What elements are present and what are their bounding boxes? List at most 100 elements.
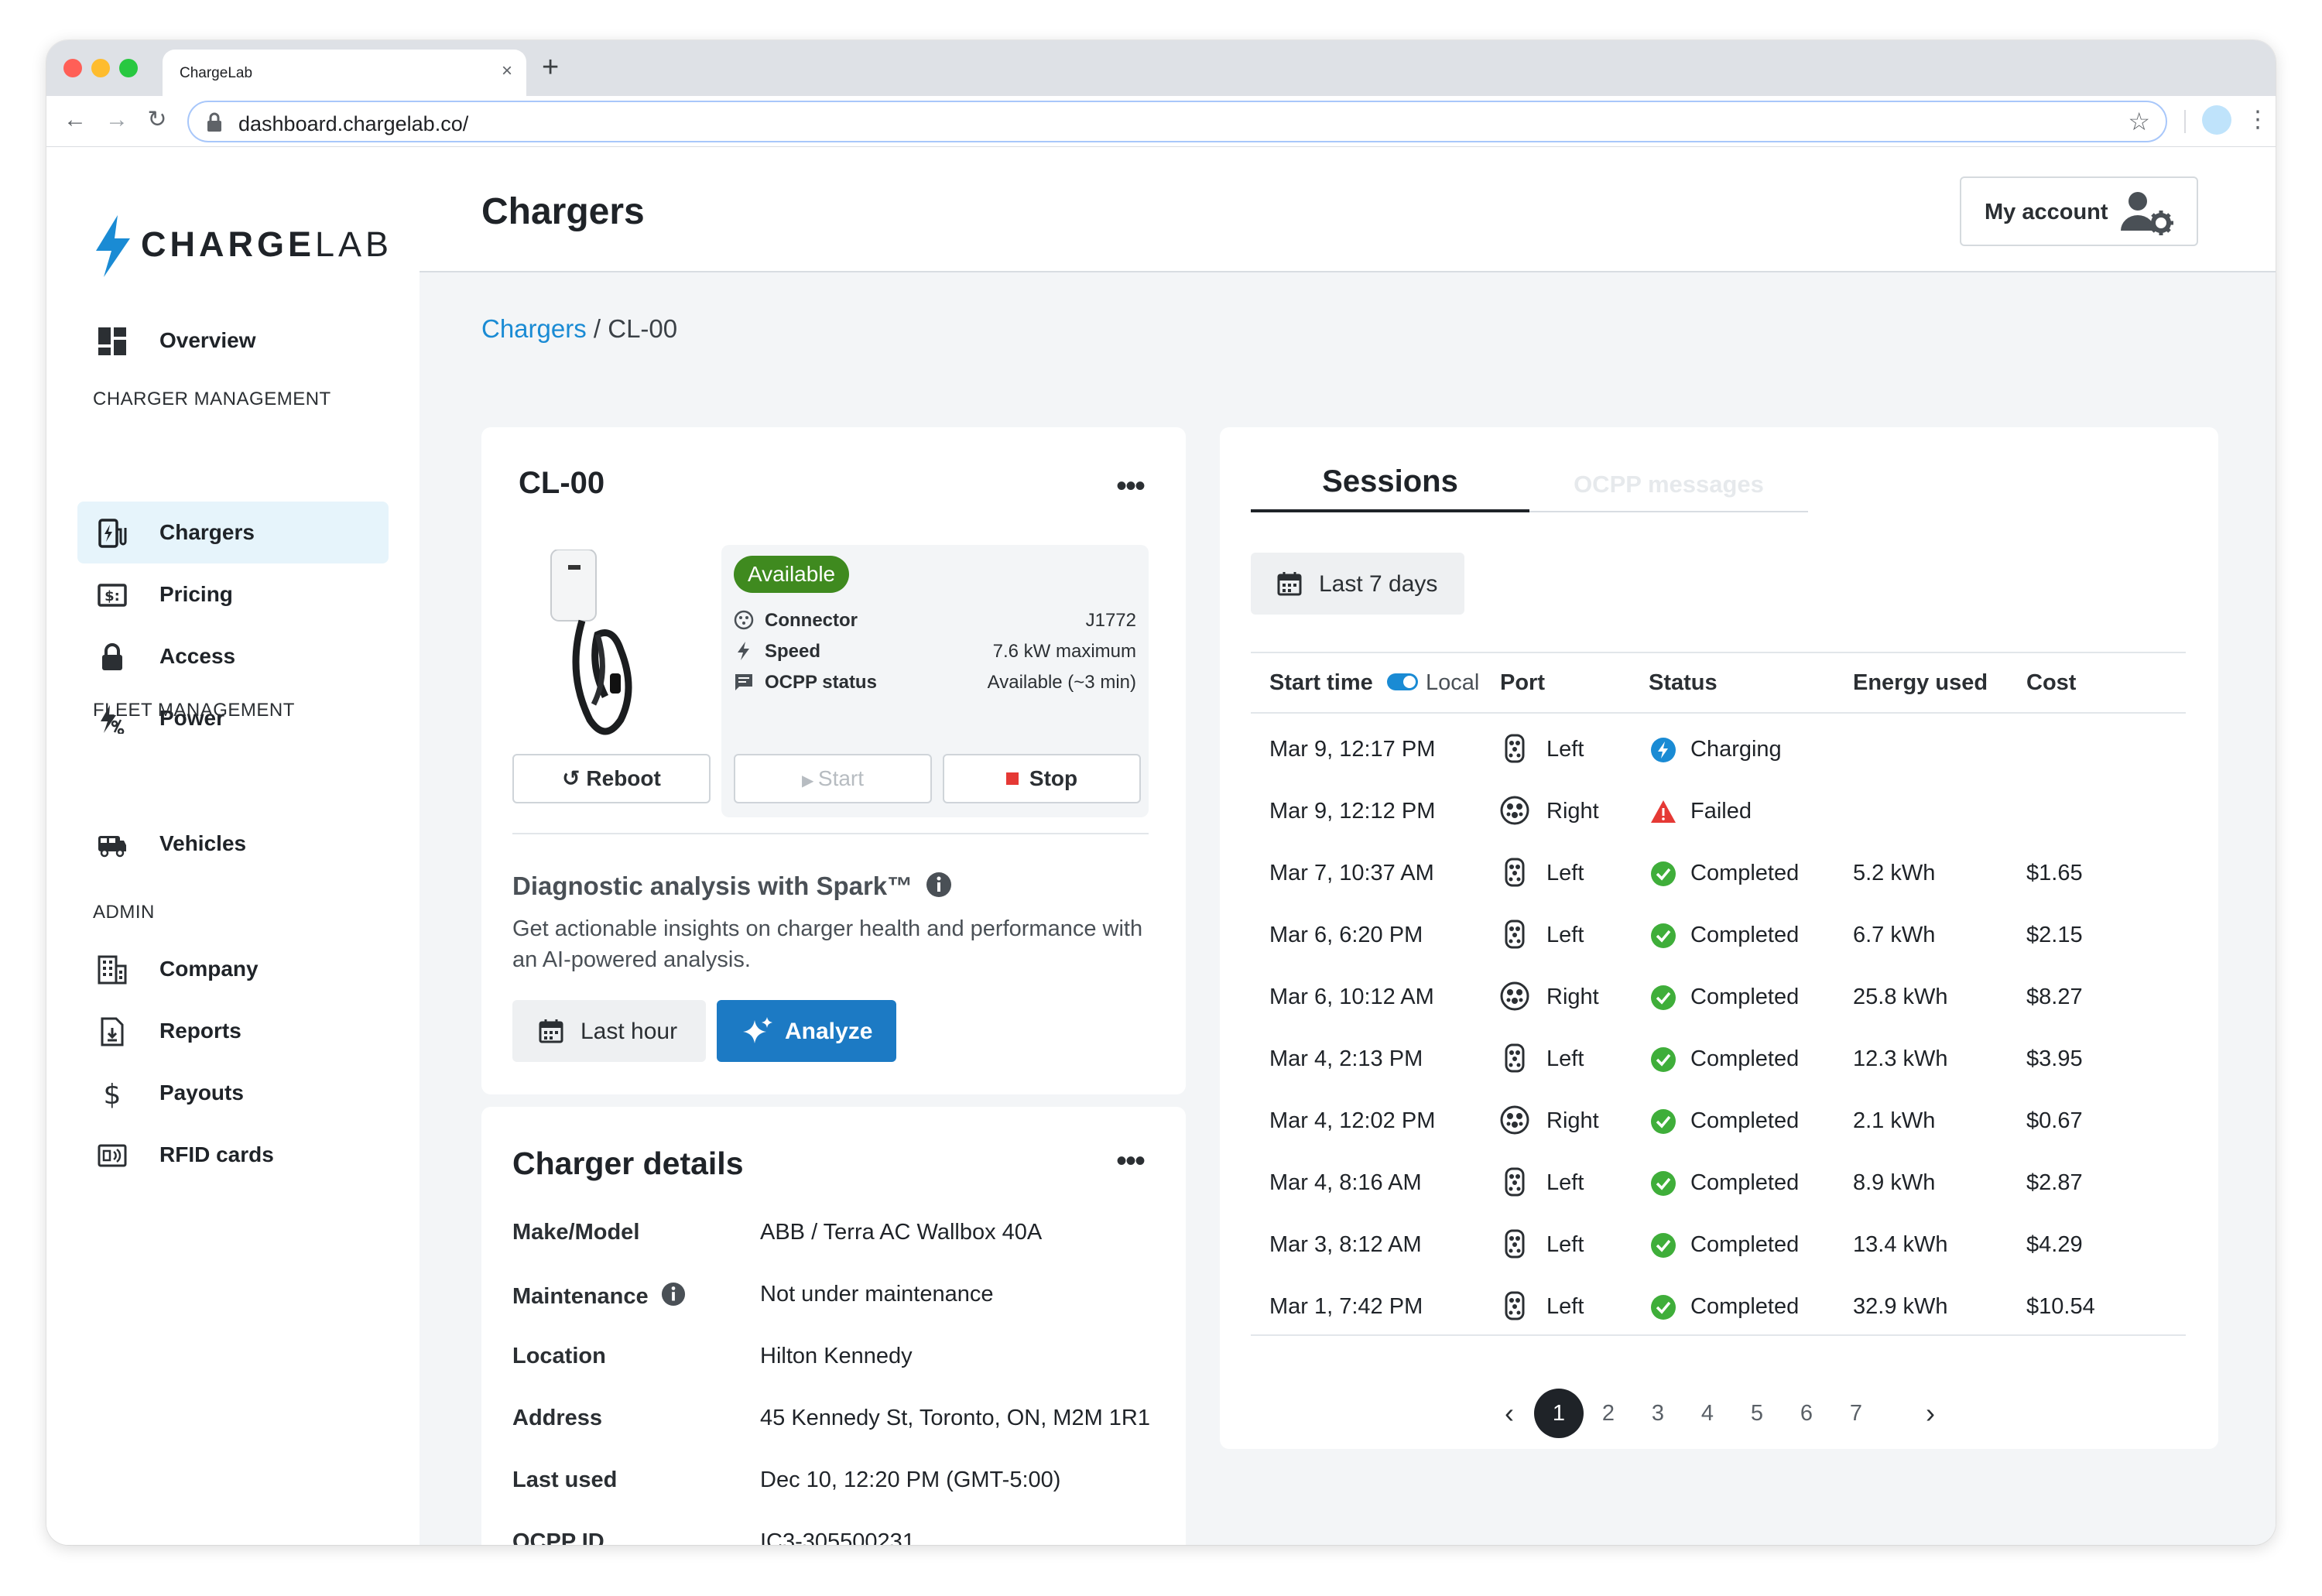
forward-icon[interactable]: → <box>104 107 130 133</box>
sidebar-item-payouts[interactable]: $ Payouts <box>77 1062 389 1124</box>
table-row[interactable]: Mar 7, 10:37 AM Left Completed 5.2 kWh $1.65 <box>1251 842 2186 904</box>
diagnostic-title-text: Diagnostic analysis with Spark™ <box>512 872 913 900</box>
new-tab-icon[interactable]: + <box>542 53 559 82</box>
energy-cell: 6.7 kWh <box>1853 923 1936 947</box>
table-bottom-divider <box>1251 1334 2186 1336</box>
sidebar-item-reports[interactable]: Reports <box>77 1000 389 1062</box>
details-more-options-icon[interactable]: ••• <box>1116 1146 1146 1176</box>
spec-value: Available (~3 min) <box>987 672 1136 693</box>
table-row[interactable]: Mar 1, 7:42 PM Left Completed 32.9 kWh $10.5… <box>1251 1276 2186 1337</box>
energy-cell: 12.3 kWh <box>1853 1046 1948 1071</box>
reload-icon[interactable]: ↻ <box>144 107 170 133</box>
dollar-icon: $ <box>104 1079 122 1108</box>
sidebar-item-pricing[interactable]: $: Pricing <box>77 563 389 625</box>
minimize-window-button[interactable] <box>91 59 110 77</box>
browser-menu-icon[interactable]: ⋮ <box>2246 105 2269 135</box>
tab-ocpp-messages[interactable]: OCPP messages <box>1529 471 1808 498</box>
date-range-button[interactable]: Last 7 days <box>1251 553 1464 615</box>
reboot-button[interactable]: ↺ Reboot <box>512 754 711 803</box>
charging-icon <box>1650 737 1676 763</box>
diagnostic-description: Get actionable insights on charger healt… <box>512 916 1143 972</box>
check-icon <box>1650 861 1676 887</box>
table-row[interactable]: Mar 4, 2:13 PM Left Completed 12.3 kWh $3.95 <box>1251 1028 2186 1090</box>
page-2-button[interactable]: 2 <box>1584 1389 1633 1438</box>
table-row[interactable]: Mar 9, 12:17 PM Left Charging <box>1251 718 2186 780</box>
tab-sessions[interactable]: Sessions <box>1251 464 1529 499</box>
port-cell: Left <box>1546 1170 1584 1195</box>
sidebar-item-rfid-cards[interactable]: RFID cards <box>77 1124 389 1186</box>
next-page-icon[interactable]: › <box>1906 1389 1955 1438</box>
svg-text:$: $ <box>104 1079 122 1108</box>
table-row[interactable]: Mar 3, 8:12 AM Left Completed 13.4 kWh $4.29 <box>1251 1214 2186 1276</box>
stop-button[interactable]: Stop <box>943 754 1141 803</box>
energy-cell: 2.1 kWh <box>1853 1108 1936 1133</box>
info-icon[interactable] <box>926 872 952 898</box>
cost-cell: $0.67 <box>2026 1108 2083 1133</box>
my-account-button[interactable]: My account <box>1960 176 2198 246</box>
start-time-cell: Mar 4, 12:02 PM <box>1269 1108 1436 1133</box>
browser-tab[interactable]: ChargeLab × <box>163 50 526 96</box>
profile-avatar[interactable] <box>2202 105 2231 135</box>
page-6-button[interactable]: 6 <box>1782 1389 1831 1438</box>
page-4-button[interactable]: 4 <box>1683 1389 1732 1438</box>
table-row[interactable]: Mar 6, 10:12 AM Right Completed 25.8 kWh $8.… <box>1251 966 2186 1028</box>
start-time-cell: Mar 3, 8:12 AM <box>1269 1232 1422 1257</box>
sidebar-item-vehicles[interactable]: Vehicles <box>77 813 389 875</box>
start-button[interactable]: ▶ Start <box>734 754 932 803</box>
analyze-button[interactable]: Analyze <box>717 1000 896 1062</box>
table-row[interactable]: Mar 9, 12:12 PM Right Failed <box>1251 780 2186 842</box>
browser-toolbar: ← → ↻ dashboard.chargelab.co/ ☆ ⋮ <box>46 96 2276 147</box>
energy-cell: 5.2 kWh <box>1853 861 1936 885</box>
close-window-button[interactable] <box>63 59 82 77</box>
address-bar[interactable]: dashboard.chargelab.co/ ☆ <box>187 101 2167 142</box>
j1772-icon <box>1500 858 1529 887</box>
page-7-button[interactable]: 7 <box>1831 1389 1881 1438</box>
cost-cell: $3.95 <box>2026 1046 2083 1071</box>
j1772-icon <box>1500 1043 1529 1073</box>
column-header-port: Port <box>1500 670 1545 695</box>
breadcrumb-chargers-link[interactable]: Chargers <box>481 314 587 343</box>
sidebar-item-overview[interactable]: Overview <box>77 310 389 372</box>
breadcrumb-separator: / <box>593 314 601 343</box>
local-toggle-label: Local <box>1426 670 1480 695</box>
detail-label: Address <box>512 1406 603 1430</box>
date-range-label: Last 7 days <box>1319 571 1438 597</box>
sidebar-item-company[interactable]: Company <box>77 938 389 1000</box>
page-5-button[interactable]: 5 <box>1732 1389 1782 1438</box>
local-time-toggle[interactable] <box>1387 673 1418 690</box>
toggle-knob <box>1403 676 1416 688</box>
previous-page-icon[interactable]: ‹ <box>1485 1389 1534 1438</box>
svg-text:$:: $: <box>104 588 120 604</box>
lock-icon <box>102 643 122 670</box>
last-hour-button[interactable]: Last hour <box>512 1000 706 1062</box>
column-header-status: Status <box>1649 670 1718 695</box>
maintenance-info-icon[interactable] <box>661 1282 686 1307</box>
bookmark-star-icon[interactable]: ☆ <box>2128 107 2150 136</box>
charger-icon <box>98 519 127 548</box>
start-time-cell: Mar 7, 10:37 AM <box>1269 861 1434 885</box>
calendar-icon <box>1277 572 1302 596</box>
page-1-button[interactable]: 1 <box>1534 1389 1584 1438</box>
detail-label: Maintenance <box>512 1282 686 1310</box>
table-row[interactable]: Mar 4, 8:16 AM Left Completed 8.9 kWh $2.87 <box>1251 1152 2186 1214</box>
sidebar-item-label: Pricing <box>159 582 233 606</box>
page-3-button[interactable]: 3 <box>1633 1389 1683 1438</box>
back-icon[interactable]: ← <box>62 107 88 133</box>
logo-light-text: LAB <box>315 224 393 264</box>
cost-cell: $2.15 <box>2026 923 2083 947</box>
sidebar-item-chargers[interactable]: Chargers <box>77 502 389 563</box>
sparkle-icon <box>743 1017 772 1043</box>
maximize-window-button[interactable] <box>119 59 138 77</box>
table-row[interactable]: Mar 4, 12:02 PM Right Completed 2.1 kWh $0.6… <box>1251 1090 2186 1152</box>
more-options-icon[interactable]: ••• <box>1116 471 1146 502</box>
start-time-cell: Mar 9, 12:12 PM <box>1269 799 1436 824</box>
charger-status-panel: Available Connector J1772 Speed 7.6 kW m… <box>721 545 1149 817</box>
sidebar-item-access[interactable]: Access <box>77 625 389 687</box>
table-row[interactable]: Mar 6, 6:20 PM Left Completed 6.7 kWh $2.15 <box>1251 904 2186 966</box>
tab-close-icon[interactable]: × <box>502 60 512 82</box>
url-text: dashboard.chargelab.co/ <box>238 112 469 135</box>
column-header-start-time[interactable]: Start time <box>1269 670 1373 696</box>
detail-row-last-used: Last used Dec 10, 12:20 PM (GMT-5:00) <box>512 1468 1163 1498</box>
table-top-divider <box>1251 652 2186 653</box>
calendar-icon <box>539 1019 563 1043</box>
